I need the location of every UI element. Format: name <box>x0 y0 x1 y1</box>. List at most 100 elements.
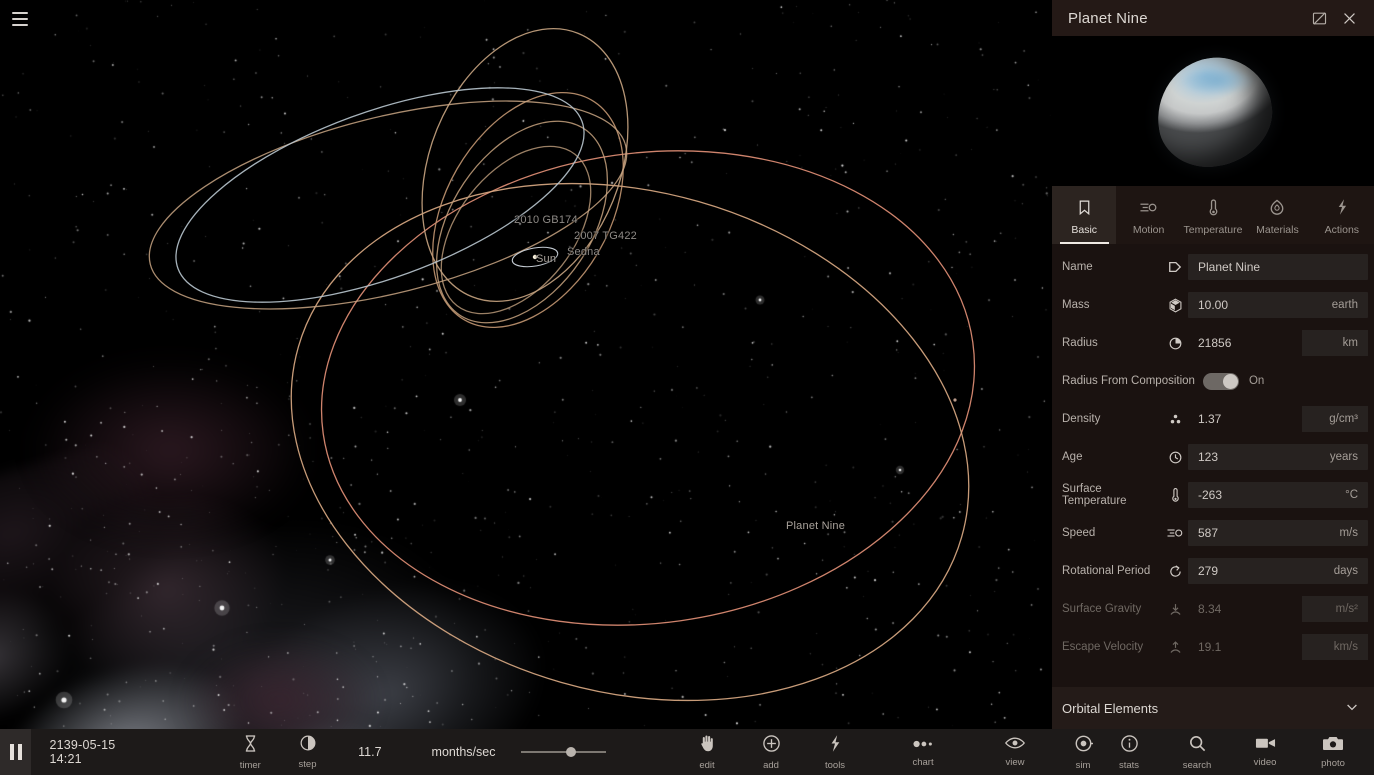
tab-basic[interactable]: Basic <box>1052 186 1116 244</box>
chart-tools-group: chart <box>900 729 946 775</box>
tag-icon <box>1162 260 1188 274</box>
hamburger-menu-icon[interactable] <box>6 7 34 31</box>
property-row-mass: Mass 10.00 earth <box>1052 286 1374 324</box>
property-value: 19.1 <box>1188 640 1221 654</box>
property-label: Age <box>1062 451 1162 463</box>
video-button[interactable]: video <box>1242 729 1288 775</box>
timer-button[interactable]: timer <box>228 729 273 775</box>
surface-gravity-value: 8.34 <box>1188 596 1302 622</box>
radius-unit[interactable]: km <box>1302 330 1368 356</box>
stats-button[interactable]: stats <box>1106 729 1152 775</box>
hamburger-bar <box>12 12 28 14</box>
edit-button[interactable]: edit <box>684 729 730 775</box>
close-icon[interactable] <box>1334 3 1364 33</box>
add-button[interactable]: add <box>748 729 794 775</box>
tool-label: step <box>299 759 317 770</box>
orbit-sedna <box>229 107 1030 775</box>
property-value: 279 <box>1188 564 1218 578</box>
mass-icon <box>1162 298 1188 313</box>
space-viewport[interactable]: 2010 GB174 2007 TG422 Sedna Sun Planet N… <box>0 0 1052 775</box>
video-camera-icon <box>1255 736 1276 755</box>
property-unit: days <box>1334 565 1368 577</box>
name-input[interactable]: Planet Nine <box>1188 254 1368 280</box>
property-value: Planet Nine <box>1188 260 1260 274</box>
property-label: Escape Velocity <box>1062 641 1162 653</box>
bottom-toolbar: 2139-05-15 14:21 timer step 11.7 month <box>0 729 1374 775</box>
chart-button[interactable]: chart <box>900 729 946 775</box>
hand-icon <box>699 734 716 758</box>
sim-button[interactable]: sim <box>1060 729 1106 775</box>
orbit-planet-nine <box>290 110 1005 667</box>
density-input[interactable]: 1.37 <box>1188 406 1302 432</box>
tool-label: view <box>1006 757 1025 768</box>
planet-polar-band <box>1180 70 1254 96</box>
rotation-icon <box>1162 564 1188 579</box>
radius-from-composition-toggle[interactable] <box>1203 373 1239 390</box>
tool-label: search <box>1183 760 1212 771</box>
tab-materials[interactable]: Materials <box>1245 186 1309 244</box>
object-label-planet-nine[interactable]: Planet Nine <box>786 520 845 532</box>
hide-preview-icon[interactable] <box>1304 3 1334 33</box>
property-label: Mass <box>1062 299 1162 311</box>
age-input[interactable]: 123 years <box>1188 444 1368 470</box>
tab-motion[interactable]: Motion <box>1116 186 1180 244</box>
hamburger-bar <box>12 18 28 20</box>
tab-actions[interactable]: Actions <box>1310 186 1374 244</box>
surface-temperature-input[interactable]: -263 °C <box>1188 482 1368 508</box>
property-label: Speed <box>1062 527 1162 539</box>
step-clock-icon <box>299 734 317 757</box>
lightning-icon <box>828 734 842 758</box>
thermometer-icon <box>1162 487 1188 503</box>
orbital-elements-section[interactable]: Orbital Elements <box>1052 687 1374 729</box>
property-row-age: Age 123 years <box>1052 438 1374 476</box>
panel-tabs: Basic Motion <box>1052 186 1374 244</box>
property-label: Rotational Period <box>1062 565 1162 577</box>
property-value: 123 <box>1188 450 1218 464</box>
tab-label: Motion <box>1133 224 1165 236</box>
simulation-app: 2010 GB174 2007 TG422 Sedna Sun Planet N… <box>0 0 1374 775</box>
property-value: 8.34 <box>1188 602 1221 616</box>
property-row-speed: Speed 587 m/s <box>1052 514 1374 552</box>
speed-slider[interactable] <box>521 744 606 760</box>
tools-button[interactable]: tools <box>812 729 858 775</box>
view-button[interactable]: view <box>992 729 1038 775</box>
density-unit[interactable]: g/cm³ <box>1302 406 1368 432</box>
property-label: Surface Temperature <box>1062 483 1162 507</box>
page-title: Planet Nine <box>1068 10 1304 27</box>
speed-value[interactable]: 11.7 <box>358 745 381 759</box>
step-button[interactable]: step <box>285 729 330 775</box>
pause-button[interactable] <box>0 729 31 775</box>
simulation-datetime: 2139-05-15 14:21 <box>49 738 149 766</box>
escape-velocity-unit: km/s <box>1302 634 1368 660</box>
tab-label: Temperature <box>1184 224 1243 236</box>
speed-input[interactable]: 587 m/s <box>1188 520 1368 546</box>
bookmark-icon <box>1076 199 1093 219</box>
property-row-surface-gravity: Surface Gravity 8.34 m/s² <box>1052 590 1374 628</box>
property-unit: m/s <box>1339 527 1368 539</box>
rotational-period-input[interactable]: 279 days <box>1188 558 1368 584</box>
planet-preview[interactable] <box>1052 36 1374 186</box>
photo-button[interactable]: photo <box>1310 729 1356 775</box>
speed-unit[interactable]: months/sec <box>432 745 496 759</box>
object-label-sedna[interactable]: Sedna <box>567 246 600 258</box>
property-label: Radius <box>1062 337 1162 349</box>
tab-temperature[interactable]: Temperature <box>1181 186 1245 244</box>
object-label-sun[interactable]: Sun <box>536 253 556 265</box>
property-label: Surface Gravity <box>1062 603 1162 615</box>
object-label-2007-tg422[interactable]: 2007 TG422 <box>574 230 637 242</box>
mass-input[interactable]: 10.00 earth <box>1188 292 1368 318</box>
property-value: 1.37 <box>1188 412 1221 426</box>
property-unit: °C <box>1345 489 1368 501</box>
eye-icon <box>1004 736 1026 755</box>
search-button[interactable]: search <box>1174 729 1220 775</box>
radius-input[interactable]: 21856 <box>1188 330 1302 356</box>
object-label-2010-gb174[interactable]: 2010 GB174 <box>514 214 578 226</box>
properties-list: Name Planet Nine Mass <box>1052 244 1374 685</box>
thermometer-icon <box>1207 198 1220 219</box>
radius-icon <box>1162 336 1188 351</box>
slider-thumb[interactable] <box>566 747 576 757</box>
hamburger-bar <box>12 24 28 26</box>
slider-track <box>521 751 606 753</box>
property-row-radius: Radius 21856 km <box>1052 324 1374 362</box>
orbit-blue <box>150 43 611 346</box>
